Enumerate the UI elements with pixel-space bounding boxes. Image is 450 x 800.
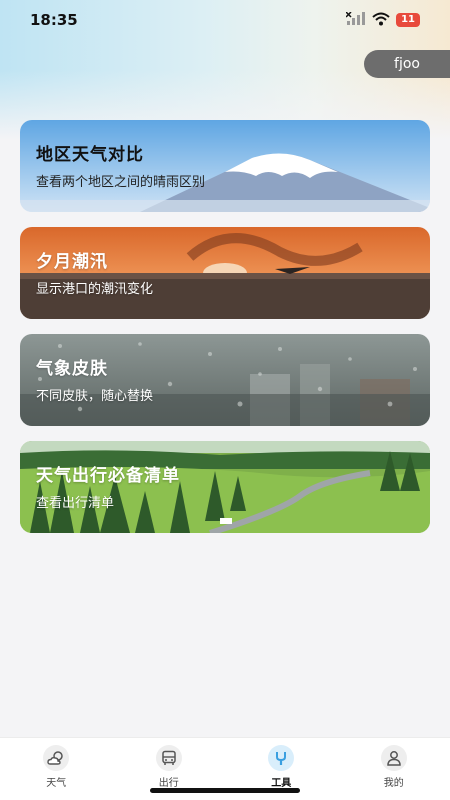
nav-label: 工具 bbox=[271, 778, 292, 789]
card-text: 地区天气对比 查看两个地区之间的晴雨区别 bbox=[36, 140, 205, 190]
user-badge[interactable]: fjoo bbox=[364, 50, 450, 78]
nav-label: 天气 bbox=[46, 778, 67, 789]
card-title: 天气出行必备清单 bbox=[36, 466, 180, 486]
card-subtitle: 不同皮肤，随心替换 bbox=[36, 389, 154, 404]
nav-weather[interactable]: 天气 bbox=[0, 738, 113, 800]
signal-icon bbox=[345, 10, 366, 30]
nav-label: 出行 bbox=[158, 778, 179, 789]
card-subtitle: 查看出行清单 bbox=[36, 496, 115, 511]
card-text: 气象皮肤 不同皮肤，随心替换 bbox=[36, 354, 153, 404]
profile-icon bbox=[380, 745, 407, 771]
status-time: 18:35 bbox=[30, 11, 78, 29]
status-icons: 11 bbox=[345, 10, 420, 30]
home-indicator bbox=[150, 788, 300, 793]
nav-profile[interactable]: 我的 bbox=[338, 738, 450, 800]
card-title: 夕月潮汛 bbox=[36, 252, 108, 272]
card-subtitle: 显示港口的潮汛变化 bbox=[36, 282, 154, 297]
card-title: 气象皮肤 bbox=[36, 359, 108, 379]
bus-icon bbox=[155, 745, 182, 771]
card-checklist[interactable]: 天气出行必备清单 查看出行清单 bbox=[20, 441, 430, 533]
card-weather-compare[interactable]: 地区天气对比 查看两个地区之间的晴雨区别 bbox=[20, 120, 430, 212]
weather-icon bbox=[43, 745, 70, 771]
battery-icon: 11 bbox=[396, 13, 420, 27]
status-bar: 18:35 11 bbox=[0, 0, 450, 40]
card-subtitle: 查看两个地区之间的晴雨区别 bbox=[36, 175, 206, 190]
nav-label: 我的 bbox=[383, 778, 404, 789]
card-text: 天气出行必备清单 查看出行清单 bbox=[36, 461, 180, 511]
card-title: 地区天气对比 bbox=[36, 145, 144, 165]
wifi-icon bbox=[372, 11, 390, 30]
card-skin[interactable]: 气象皮肤 不同皮肤，随心替换 bbox=[20, 334, 430, 426]
tool-icon bbox=[268, 745, 295, 771]
card-text: 夕月潮汛 显示港口的潮汛变化 bbox=[36, 247, 153, 297]
card-tide[interactable]: 夕月潮汛 显示港口的潮汛变化 bbox=[20, 227, 430, 319]
